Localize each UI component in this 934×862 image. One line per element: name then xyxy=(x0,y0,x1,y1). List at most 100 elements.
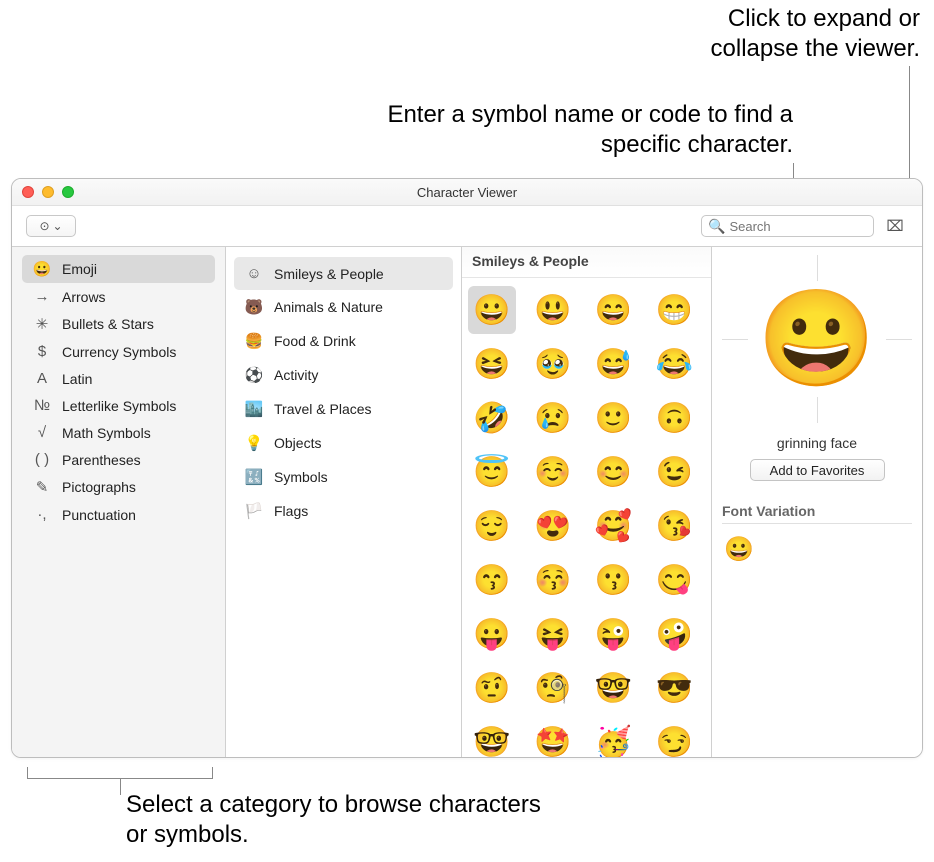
emoji-cell[interactable]: 😝 xyxy=(529,610,577,658)
sidebar-item-pictographs[interactable]: ✎Pictographs xyxy=(22,473,215,501)
emoji-cell[interactable]: 😍 xyxy=(529,502,577,550)
sidebar-item-label: Bullets & Stars xyxy=(62,316,154,332)
emoji-cell[interactable]: 😋 xyxy=(650,556,698,604)
subcategory-icon: 💡 xyxy=(244,434,264,452)
emoji-cell[interactable]: 😆 xyxy=(468,340,516,388)
emoji-grid-area: Smileys & People 😀😃😄😁😆🥹😅😂🤣😢🙂🙃😇☺️😊😉😌😍🥰😘😙😚… xyxy=(462,247,712,757)
emoji-cell[interactable]: 😀 xyxy=(468,286,516,334)
emoji-cell[interactable]: 😂 xyxy=(650,340,698,388)
sidebar-item-label: Pictographs xyxy=(62,479,136,495)
emoji-cell[interactable]: 😁 xyxy=(650,286,698,334)
emoji-cell[interactable]: 🧐 xyxy=(529,664,577,712)
category-icon: $ xyxy=(32,343,52,360)
sidebar-item-currency-symbols[interactable]: $Currency Symbols xyxy=(22,338,215,365)
emoji-cell[interactable]: 🥰 xyxy=(590,502,638,550)
emoji-cell[interactable]: 😛 xyxy=(468,610,516,658)
emoji-cell[interactable]: 😙 xyxy=(468,556,516,604)
sublist-item-activity[interactable]: ⚽ Activity xyxy=(234,358,453,392)
emoji-cell[interactable]: 😄 xyxy=(590,286,638,334)
minimize-window-button[interactable] xyxy=(42,186,54,198)
font-variation-row: 😀 xyxy=(722,524,912,566)
category-icon: → xyxy=(32,288,52,305)
subcategory-icon: 🍔 xyxy=(244,332,264,350)
sublist-item-flags[interactable]: 🏳️ Flags xyxy=(234,494,453,528)
emoji-grid: 😀😃😄😁😆🥹😅😂🤣😢🙂🙃😇☺️😊😉😌😍🥰😘😙😚😗😋😛😝😜🤪🤨🧐🤓😎🤓🤩🥳😏 xyxy=(462,278,711,757)
sublist-item-travel-places[interactable]: 🏙️Travel & Places xyxy=(234,392,453,426)
emoji-cell[interactable]: 🤨 xyxy=(468,664,516,712)
subcategory-icon: ☺ xyxy=(244,265,264,282)
category-icon: ✳︎ xyxy=(32,315,52,333)
sidebar-item-letterlike-symbols[interactable]: №Letterlike Symbols xyxy=(22,392,215,419)
callout-expand: Click to expand or collapse the viewer. xyxy=(660,4,920,64)
sublist-item-animals-nature[interactable]: 🐻Animals & Nature xyxy=(234,290,453,324)
sidebar-item-latin[interactable]: ALatin xyxy=(22,365,215,392)
category-icon: № xyxy=(32,397,52,414)
emoji-cell[interactable]: 😏 xyxy=(650,718,698,757)
callout-stem-category xyxy=(120,779,121,795)
zoom-window-button[interactable] xyxy=(62,186,74,198)
emoji-cell[interactable]: 😎 xyxy=(650,664,698,712)
sidebar-item-arrows[interactable]: → Arrows xyxy=(22,283,215,310)
search-input[interactable] xyxy=(729,219,867,234)
callout-search: Enter a symbol name or code to find a sp… xyxy=(377,100,793,160)
emoji-cell[interactable]: 😅 xyxy=(590,340,638,388)
emoji-cell[interactable]: 🙂 xyxy=(590,394,638,442)
category-icon: A xyxy=(32,370,52,387)
search-field-wrapper[interactable]: 🔍 xyxy=(701,215,874,237)
subcategory-icon: 🏳️ xyxy=(244,502,264,520)
category-icon: ·, xyxy=(32,506,52,523)
sublist-item-label: Food & Drink xyxy=(274,333,356,349)
emoji-cell[interactable]: 😚 xyxy=(529,556,577,604)
emoji-cell[interactable]: 😗 xyxy=(590,556,638,604)
subcategory-icon: 🔣 xyxy=(244,468,264,486)
sublist-item-objects[interactable]: 💡Objects xyxy=(234,426,453,460)
sidebar-item-bullets-stars[interactable]: ✳︎ Bullets & Stars xyxy=(22,310,215,338)
sublist-item-label: Activity xyxy=(274,367,318,383)
sidebar-item-label: Emoji xyxy=(62,261,97,277)
emoji-cell[interactable]: 🤓 xyxy=(468,718,516,757)
font-variation-cell[interactable]: 😀 xyxy=(722,532,756,566)
emoji-cell[interactable]: 😃 xyxy=(529,286,577,334)
search-icon: 🔍 xyxy=(708,218,725,235)
sublist-item-food-drink[interactable]: 🍔 Food & Drink xyxy=(234,324,453,358)
sidebar-item-label: Arrows xyxy=(62,289,106,305)
emoji-cell[interactable]: 😊 xyxy=(590,448,638,496)
emoji-cell[interactable]: ☺️ xyxy=(529,448,577,496)
sidebar-item-emoji[interactable]: 😀Emoji xyxy=(22,255,215,283)
character-viewer-window: Character Viewer ⊙ ⌄ 🔍 ⌧ 😀Emoji→Arrows✳︎… xyxy=(11,178,923,758)
emoji-cell[interactable]: 😜 xyxy=(590,610,638,658)
emoji-cell[interactable]: 🤪 xyxy=(650,610,698,658)
subcategory-icon: 🏙️ xyxy=(244,400,264,418)
subcategory-icon: ⚽ xyxy=(244,366,264,384)
emoji-cell[interactable]: 😉 xyxy=(650,448,698,496)
sidebar-item-math-symbols[interactable]: √Math Symbols xyxy=(22,419,215,446)
sublist-item-label: Symbols xyxy=(274,469,328,485)
actions-menu-button[interactable]: ⊙ ⌄ xyxy=(26,215,76,237)
ellipsis-circle-icon: ⊙ xyxy=(39,219,49,233)
emoji-cell[interactable]: 🤩 xyxy=(529,718,577,757)
emoji-cell[interactable]: 😢 xyxy=(529,394,577,442)
toolbar: ⊙ ⌄ 🔍 ⌧ xyxy=(12,206,922,247)
sidebar-item-parentheses[interactable]: ( )Parentheses xyxy=(22,446,215,473)
window-controls xyxy=(22,186,74,198)
emoji-cell[interactable]: 🤓 xyxy=(590,664,638,712)
preview-emoji-glyph: 😀 xyxy=(758,284,876,395)
close-window-button[interactable] xyxy=(22,186,34,198)
sublist-item-label: Flags xyxy=(274,503,308,519)
emoji-cell[interactable]: 😘 xyxy=(650,502,698,550)
sidebar-item-punctuation[interactable]: ·,Punctuation xyxy=(22,501,215,528)
emoji-cell[interactable]: 🥹 xyxy=(529,340,577,388)
emoji-cell[interactable]: 😇 xyxy=(468,448,516,496)
category-icon: ( ) xyxy=(32,451,52,468)
emoji-cell[interactable]: 😌 xyxy=(468,502,516,550)
callout-category: Select a category to browse characters o… xyxy=(126,790,566,850)
add-to-favorites-button[interactable]: Add to Favorites xyxy=(750,459,885,481)
expand-icon: ⌧ xyxy=(886,217,903,235)
emoji-cell[interactable]: 🙃 xyxy=(650,394,698,442)
emoji-preview: 😀 xyxy=(722,255,912,423)
sublist-item-symbols[interactable]: 🔣 Symbols xyxy=(234,460,453,494)
emoji-cell[interactable]: 🤣 xyxy=(468,394,516,442)
expand-collapse-button[interactable]: ⌧ xyxy=(882,215,908,237)
sublist-item-smileys-people[interactable]: ☺Smileys & People xyxy=(234,257,453,290)
emoji-cell[interactable]: 🥳 xyxy=(590,718,638,757)
